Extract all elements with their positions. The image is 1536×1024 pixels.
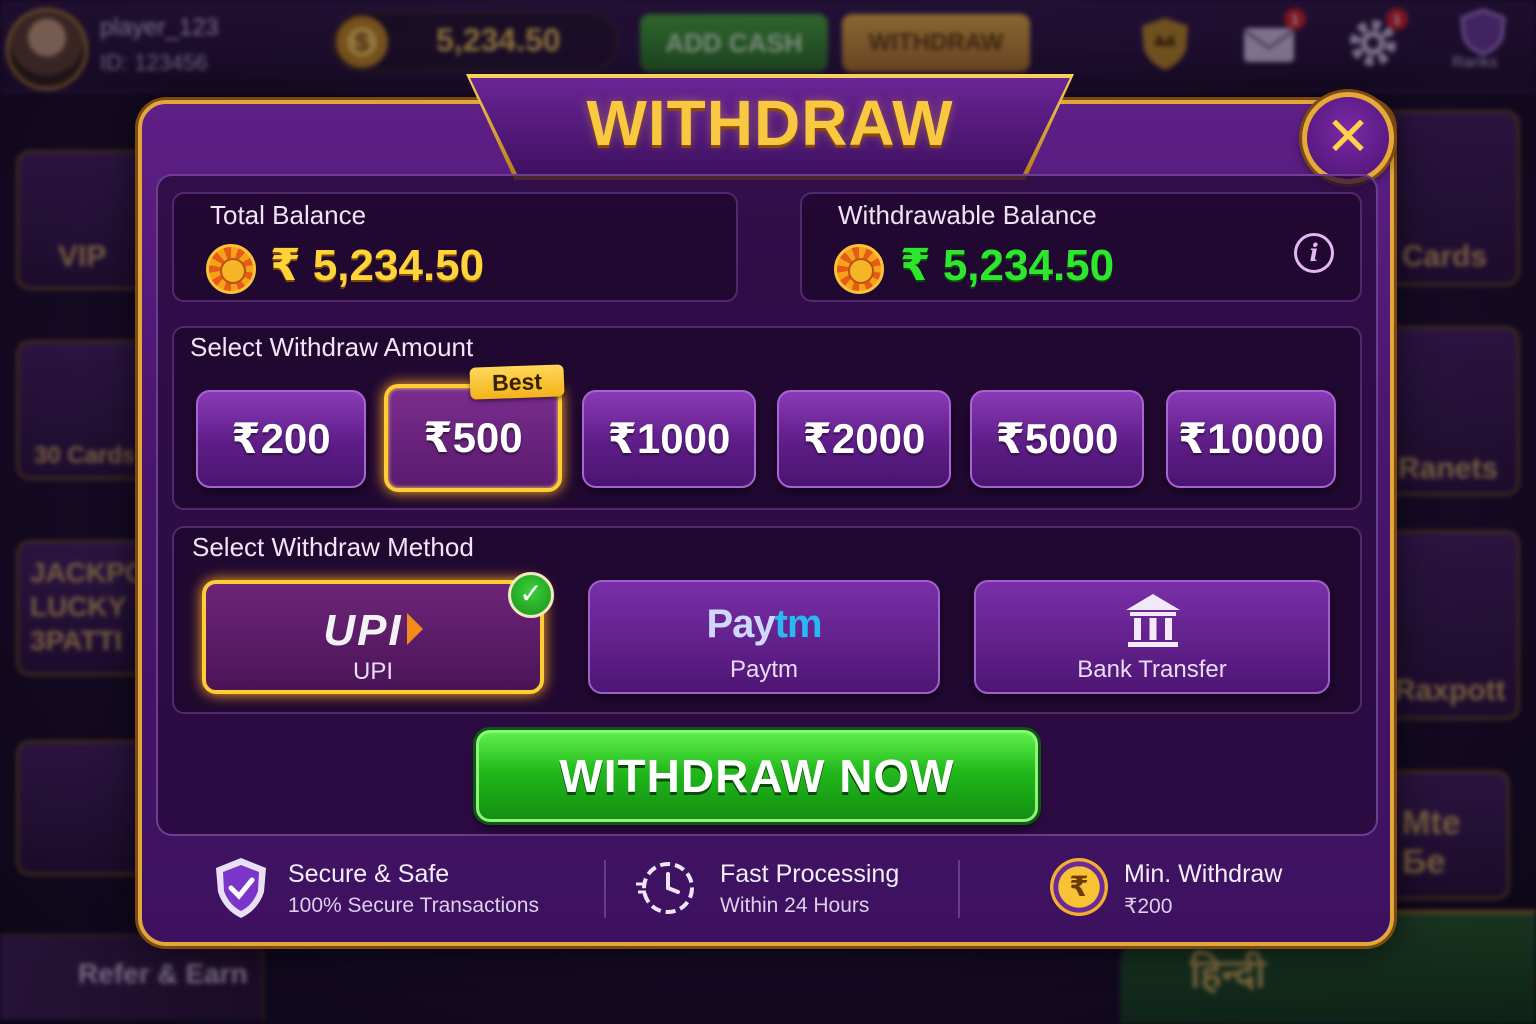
method-paytm-button[interactable]: Paytm Paytm: [588, 580, 940, 694]
amount-section-label: Select Withdraw Amount: [190, 332, 474, 362]
withdraw-now-button[interactable]: WITHDRAW NOW: [476, 730, 1038, 822]
jackpot-label: JACKPOT LUCKY 3PATTI: [30, 557, 164, 656]
settings-badge: 1: [1386, 8, 1408, 30]
method-upi-label: UPI: [352, 658, 393, 685]
feature-secure-subtitle: 100% Secure Transactions: [288, 894, 539, 917]
amount-option-200[interactable]: ₹200: [196, 390, 366, 488]
method-bank-label: Bank Transfer: [1077, 656, 1227, 683]
upi-logo-icon: UPI: [206, 606, 540, 656]
withdrawable-balance-value: ₹ 5,234.50: [900, 241, 1115, 290]
amount-option-2000[interactable]: ₹2000: [777, 390, 951, 488]
player-avatar[interactable]: [6, 8, 88, 90]
amount-option-5000[interactable]: ₹5000: [970, 390, 1144, 488]
best-tag: Best: [469, 364, 565, 400]
rupee-coin-icon: ₹: [1050, 858, 1108, 916]
withdrawable-balance-label: Withdrawable Balance: [838, 200, 1097, 230]
crown-shield-icon[interactable]: [1136, 14, 1194, 72]
coin-icon: $: [336, 16, 388, 68]
player-name: player_123: [100, 14, 219, 41]
shield-icon: [216, 858, 266, 918]
game-table-text: हिन्दी: [1190, 952, 1266, 996]
top-balance: 5,234.50: [436, 22, 561, 58]
method-upi-button[interactable]: UPI UPI: [202, 580, 544, 694]
ranks-label: Ranks: [1452, 54, 1498, 71]
vip-label: VIP: [58, 240, 107, 273]
ranks-shield-icon[interactable]: [1456, 8, 1510, 56]
right-raxpott-label: Raxpott: [1394, 674, 1506, 707]
feature-divider: [604, 860, 606, 918]
bank-icon: [1126, 594, 1180, 647]
mail-badge: 1: [1284, 8, 1306, 30]
right-cards-label: Cards: [1402, 240, 1488, 273]
total-balance-value: ₹ 5,234.50: [270, 241, 485, 290]
method-bank-button[interactable]: Bank Transfer: [974, 580, 1330, 694]
clock-icon: [636, 862, 694, 914]
feature-secure-title: Secure & Safe: [288, 860, 450, 888]
close-button[interactable]: ✕: [1302, 92, 1394, 184]
info-icon[interactable]: i: [1294, 233, 1334, 273]
right-ranets-label: Ranets: [1398, 452, 1499, 485]
feature-fast-subtitle: Within 24 Hours: [720, 894, 870, 917]
paytm-logo-icon: Paytm: [706, 602, 822, 646]
chip-icon: [834, 244, 884, 294]
amount-option-500[interactable]: ₹500: [384, 384, 562, 492]
amount-option-10000[interactable]: ₹10000: [1166, 390, 1336, 488]
player-id: ID: 123456: [100, 50, 208, 75]
withdraw-top-button[interactable]: WITHDRAW: [842, 14, 1030, 72]
feature-divider: [958, 860, 960, 918]
check-icon: ✓: [508, 572, 554, 618]
feature-min-title: Min. Withdraw: [1124, 860, 1283, 888]
cards-30-label: 30 Cards: [34, 442, 136, 469]
method-section-label: Select Withdraw Method: [192, 532, 474, 562]
modal-title: WITHDRAW: [586, 87, 954, 159]
feature-fast-title: Fast Processing: [720, 860, 900, 888]
add-cash-button[interactable]: ADD CASH: [640, 14, 828, 72]
amount-option-1000[interactable]: ₹1000: [582, 390, 756, 488]
feature-min-subtitle: ₹200: [1124, 895, 1173, 918]
chip-icon: [206, 244, 256, 294]
refer-label: Refer & Earn: [78, 958, 248, 989]
total-balance-label: Total Balance: [210, 200, 367, 230]
method-paytm-label: Paytm: [729, 656, 798, 683]
right-mte-label: Mte Бe: [1402, 804, 1461, 881]
